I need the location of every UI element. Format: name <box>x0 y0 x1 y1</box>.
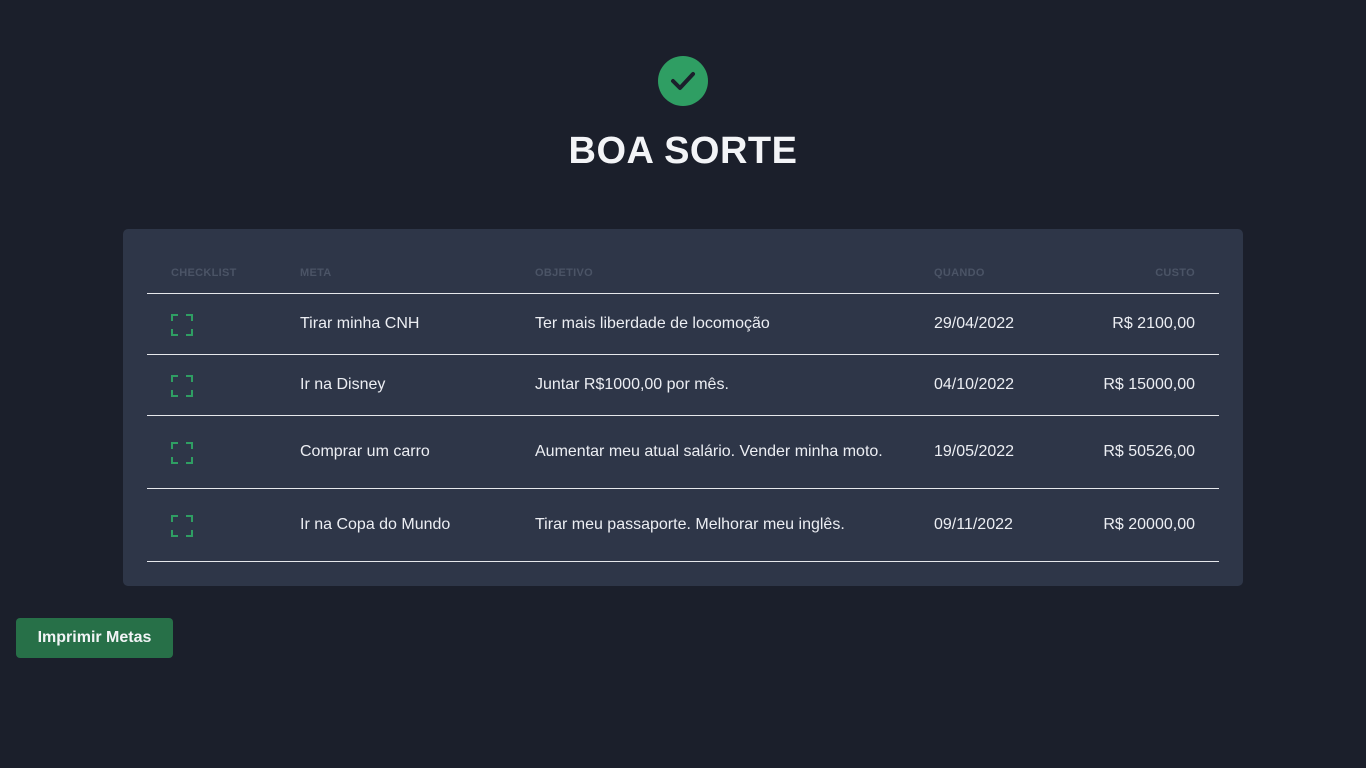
meta-cell: Tirar minha CNH <box>276 293 511 355</box>
table-row: Comprar um carro Aumentar meu atual salá… <box>147 415 1219 489</box>
column-header-custo: CUSTO <box>1056 253 1219 294</box>
page-title: BOA SORTE <box>568 130 798 172</box>
column-header-meta: META <box>276 253 511 294</box>
table-header-row: CHECKLIST META OBJETIVO QUANDO CUSTO <box>147 253 1219 294</box>
objetivo-cell: Juntar R$1000,00 por mês. <box>511 354 910 416</box>
objetivo-cell: Tirar meu passaporte. Melhorar meu inglê… <box>511 488 910 562</box>
checkbox-icon[interactable] <box>171 314 193 336</box>
check-circle-icon <box>658 56 708 106</box>
objetivo-cell: Ter mais liberdade de locomoção <box>511 293 910 355</box>
print-goals-button[interactable]: Imprimir Metas <box>16 618 173 658</box>
table-row: Tirar minha CNH Ter mais liberdade de lo… <box>147 293 1219 355</box>
custo-cell: R$ 50526,00 <box>1056 415 1219 489</box>
table-row: Ir na Copa do Mundo Tirar meu passaporte… <box>147 488 1219 562</box>
checklist-cell <box>147 354 276 416</box>
quando-cell: 19/05/2022 <box>910 415 1056 489</box>
goals-table: CHECKLIST META OBJETIVO QUANDO CUSTO Tir… <box>147 253 1219 562</box>
quando-cell: 09/11/2022 <box>910 488 1056 562</box>
column-header-objetivo: OBJETIVO <box>511 253 910 294</box>
table-row: Ir na Disney Juntar R$1000,00 por mês. 0… <box>147 354 1219 416</box>
checklist-cell <box>147 293 276 355</box>
checkbox-icon[interactable] <box>171 442 193 464</box>
custo-cell: R$ 20000,00 <box>1056 488 1219 562</box>
goals-card: CHECKLIST META OBJETIVO QUANDO CUSTO Tir… <box>123 229 1243 586</box>
meta-cell: Comprar um carro <box>276 415 511 489</box>
column-header-quando: QUANDO <box>910 253 1056 294</box>
custo-cell: R$ 15000,00 <box>1056 354 1219 416</box>
checkbox-icon[interactable] <box>171 515 193 537</box>
meta-cell: Ir na Disney <box>276 354 511 416</box>
custo-cell: R$ 2100,00 <box>1056 293 1219 355</box>
quando-cell: 29/04/2022 <box>910 293 1056 355</box>
objetivo-cell: Aumentar meu atual salário. Vender minha… <box>511 415 910 489</box>
checkmark-icon <box>671 72 695 90</box>
meta-cell: Ir na Copa do Mundo <box>276 488 511 562</box>
column-header-checklist: CHECKLIST <box>147 253 276 294</box>
checklist-cell <box>147 488 276 562</box>
checklist-cell <box>147 415 276 489</box>
quando-cell: 04/10/2022 <box>910 354 1056 416</box>
checkbox-icon[interactable] <box>171 375 193 397</box>
